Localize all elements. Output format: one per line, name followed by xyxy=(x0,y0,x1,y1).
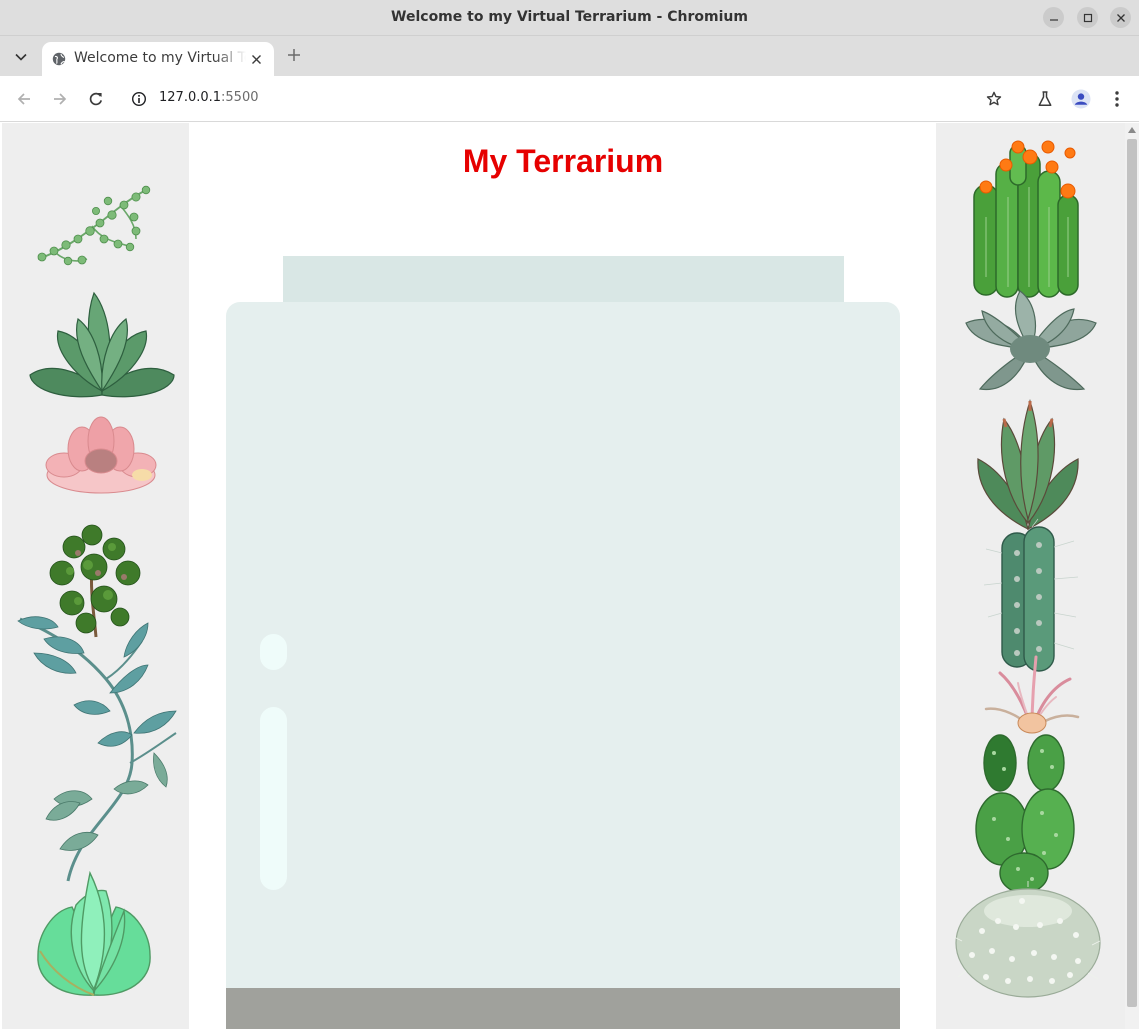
plant6[interactable] xyxy=(32,870,156,999)
plant1[interactable] xyxy=(32,181,156,271)
plant8[interactable] xyxy=(966,137,1086,307)
tab-close-button[interactable] xyxy=(248,51,264,67)
minimize-button[interactable] xyxy=(1043,7,1064,28)
scrollbar-thumb[interactable] xyxy=(1127,139,1137,1007)
reload-icon xyxy=(89,92,103,106)
site-info-icon xyxy=(131,91,147,107)
forward-icon xyxy=(54,93,67,105)
labs-button[interactable] xyxy=(1033,87,1057,111)
url-port: :5500 xyxy=(221,90,259,105)
page-title: My Terrarium xyxy=(462,143,664,179)
window-titlebar: Welcome to my Virtual Terrarium - Chromi… xyxy=(0,0,1139,36)
bookmark-star-icon xyxy=(986,91,1002,106)
site-info-button[interactable] xyxy=(130,90,148,108)
plant9[interactable] xyxy=(964,289,1098,393)
plant12[interactable] xyxy=(984,655,1080,735)
plant13[interactable] xyxy=(972,733,1080,894)
chevron-down-icon xyxy=(15,53,27,61)
back-icon xyxy=(17,93,30,105)
left-plant-container xyxy=(2,123,189,1029)
maximize-icon xyxy=(1083,13,1092,22)
url-text[interactable]: 127.0.0.1:5500 xyxy=(159,90,259,105)
reload-button[interactable] xyxy=(84,87,108,111)
jar-glossy-short xyxy=(260,634,287,670)
jar-body xyxy=(226,302,900,1029)
tab-title: Welcome to my Virtual Terrarium xyxy=(74,50,246,66)
plant14[interactable] xyxy=(952,881,1102,999)
tab-strip: Welcome to my Virtual Terrarium xyxy=(0,36,1139,76)
plant11[interactable] xyxy=(982,518,1082,673)
labs-flask-icon xyxy=(1038,91,1052,106)
profile-button[interactable] xyxy=(1069,87,1093,111)
plant10[interactable] xyxy=(974,399,1082,533)
tab-search-button[interactable] xyxy=(8,46,34,68)
address-bar[interactable]: 127.0.0.1:5500 xyxy=(122,82,1018,116)
jar-dirt xyxy=(226,988,900,1029)
plant5[interactable] xyxy=(14,613,178,883)
scroll-up-arrow-icon[interactable] xyxy=(1128,127,1136,133)
forward-button[interactable] xyxy=(48,87,72,111)
back-button[interactable] xyxy=(12,87,36,111)
right-plant-container xyxy=(936,123,1125,1029)
url-host: 127.0.0.1 xyxy=(159,90,222,105)
plus-icon xyxy=(288,49,300,61)
plant2[interactable] xyxy=(28,291,176,407)
close-icon xyxy=(251,54,261,64)
close-icon xyxy=(1116,13,1125,22)
minimize-icon xyxy=(1049,18,1058,21)
globe-icon xyxy=(52,52,66,66)
jar-glossy-long xyxy=(260,707,287,890)
vertical-scrollbar[interactable] xyxy=(1125,123,1139,1029)
menu-kebab-icon xyxy=(1115,91,1119,107)
tab-active[interactable]: Welcome to my Virtual Terrarium xyxy=(42,42,274,76)
jar-top xyxy=(283,256,844,303)
plant3[interactable] xyxy=(42,413,160,499)
maximize-button[interactable] xyxy=(1077,7,1098,28)
browser-menu-button[interactable] xyxy=(1105,87,1129,111)
page-viewport: My Terrarium xyxy=(0,123,1139,1029)
close-window-button[interactable] xyxy=(1110,7,1131,28)
browser-toolbar: 127.0.0.1:5500 xyxy=(0,76,1139,122)
new-tab-button[interactable] xyxy=(283,44,305,66)
profile-avatar-icon xyxy=(1071,89,1091,109)
bookmark-button[interactable] xyxy=(984,89,1004,109)
window-title: Welcome to my Virtual Terrarium - Chromi… xyxy=(391,9,748,25)
